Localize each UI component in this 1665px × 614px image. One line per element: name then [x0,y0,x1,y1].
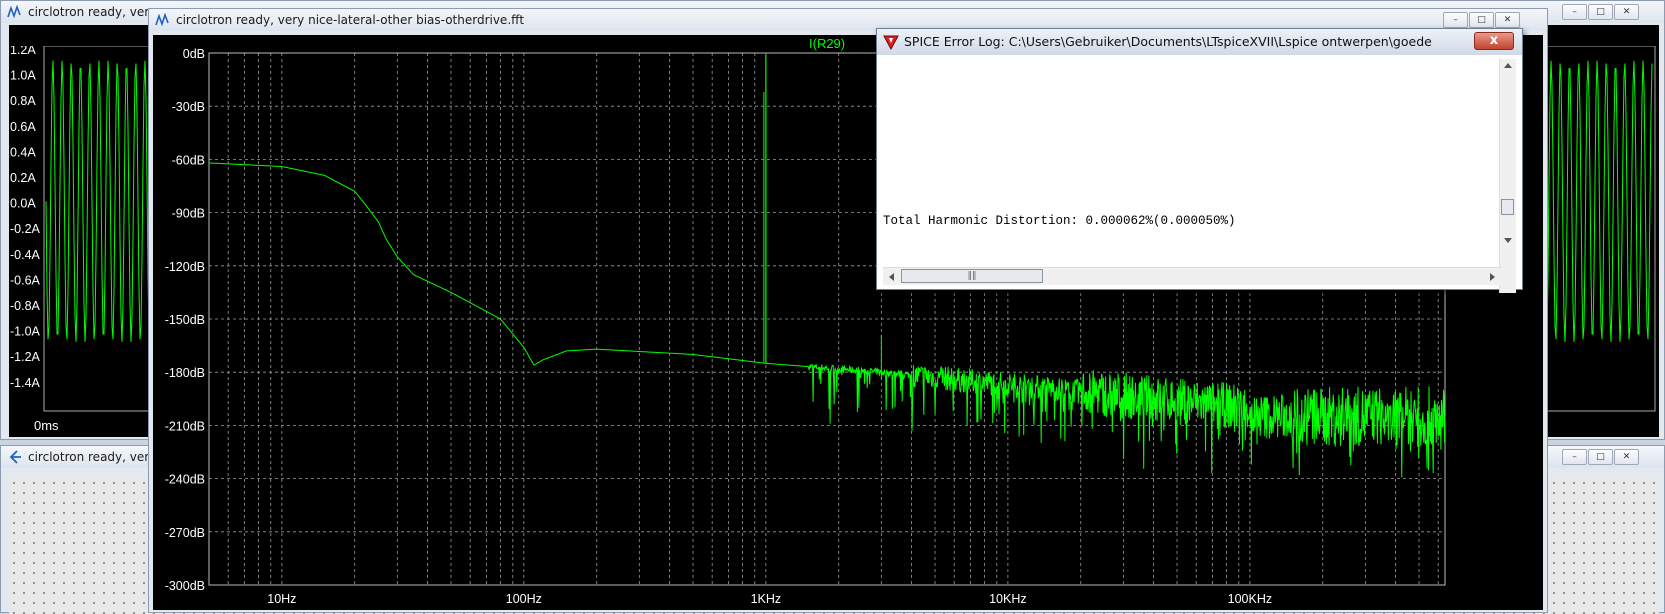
scroll-down-arrow-icon[interactable] [1503,237,1513,245]
fft-y-tick-label: -270dB [165,526,205,540]
y-tick-label: 0.0A [10,197,36,211]
maximize-button[interactable]: □ [1588,4,1613,20]
fft-close-button[interactable]: ✕ [1495,12,1520,28]
fft-y-tick-label: 0dB [183,47,205,61]
ltspice-icon [883,35,899,50]
x-tick-0ms: 0ms [34,418,59,433]
spice-error-log-dialog[interactable]: SPICE Error Log: C:\Users\Gebruiker\Docu… [876,28,1523,293]
error-log-titlebar[interactable]: SPICE Error Log: C:\Users\Gebruiker\Docu… [877,29,1522,55]
waveform-icon [7,5,21,19]
waveform-plot-right [1535,46,1656,412]
y-tick-label: -1.0A [10,325,41,339]
horizontal-scroll-thumb[interactable]: ‖‖ [901,269,1043,283]
horizontal-scrollbar[interactable]: ‖‖ [883,267,1501,285]
y-tick-label: 0.4A [10,145,36,159]
error-log-title: SPICE Error Log: C:\Users\Gebruiker\Docu… [904,34,1434,49]
fft-y-tick-label: -120dB [165,260,205,274]
y-tick-label: -0.6A [10,273,41,287]
vertical-scrollbar[interactable] [1499,59,1516,293]
scroll-right-arrow-icon[interactable] [1489,272,1497,282]
fft-x-tick-label: 100KHz [1228,592,1272,606]
schematic-maximize-button[interactable]: □ [1588,449,1613,465]
error-log-text[interactable]: 909.000e+047.027e-091.470e-09175.24°175.… [883,57,1499,294]
fft-y-tick-label: -180dB [165,366,205,380]
waveform-icon [155,13,169,27]
scroll-up-arrow-icon[interactable] [1503,61,1513,69]
fft-y-tick-label: -150dB [165,313,205,327]
minimize-button[interactable]: – [1562,4,1587,20]
fft-x-tick-label: 100Hz [506,592,542,606]
scroll-left-arrow-icon[interactable] [887,272,895,282]
fft-x-tick-label: 1KHz [751,592,782,606]
schematic-close-button[interactable]: ✕ [1614,449,1639,465]
schematic-window-title: circlotron ready, very nice-lateral-othe… [28,450,148,464]
y-tick-label: -1.2A [10,350,41,364]
waveform-window-title: circlotron ready, very nice-lateral-othe… [28,5,148,19]
y-tick-label: 0.6A [10,120,36,134]
y-tick-label: 0.2A [10,171,36,185]
trace-label: I(R29) [809,36,845,51]
close-button[interactable]: ✕ [1614,4,1639,20]
y-tick-label: 0.8A [10,94,36,108]
fft-minimize-button[interactable]: – [1443,12,1468,28]
error-log-close-button[interactable]: x [1474,32,1514,50]
fft-maximize-button[interactable]: □ [1469,12,1494,28]
current-waveform [45,60,154,342]
y-tick-label: -0.4A [10,248,41,262]
y-tick-label: -1.4A [10,376,41,390]
waveform-plot-left: 1.2A 1.0A 0.8A 0.6A 0.4A 0.2A 0.0A -0.2A -0.4A -0… [10,46,155,433]
fft-y-tick-label: -30dB [172,100,205,114]
y-tick-label: 1.2A [10,46,36,57]
fft-y-tick-label: -90dB [172,207,205,221]
fft-y-tick-label: -300dB [165,579,205,593]
fft-y-tick-label: -60dB [172,153,205,167]
current-waveform-right [1536,60,1653,342]
fft-y-tick-label: -240dB [165,473,205,487]
y-tick-label: -0.2A [10,222,41,236]
fft-y-tick-label: -210dB [165,419,205,433]
fft-window-title: circlotron ready, very nice-lateral-othe… [176,13,525,27]
schematic-minimize-button[interactable]: – [1562,449,1587,465]
fft-x-tick-label: 10KHz [989,592,1027,606]
thd-summary: Total Harmonic Distortion: 0.000062%(0.0… [883,214,1236,228]
vertical-scroll-thumb[interactable] [1501,199,1514,215]
y-tick-label: 1.0A [10,69,36,83]
schematic-icon [9,450,21,464]
fft-x-tick-label: 10Hz [267,592,296,606]
y-tick-label: -0.8A [10,299,41,313]
